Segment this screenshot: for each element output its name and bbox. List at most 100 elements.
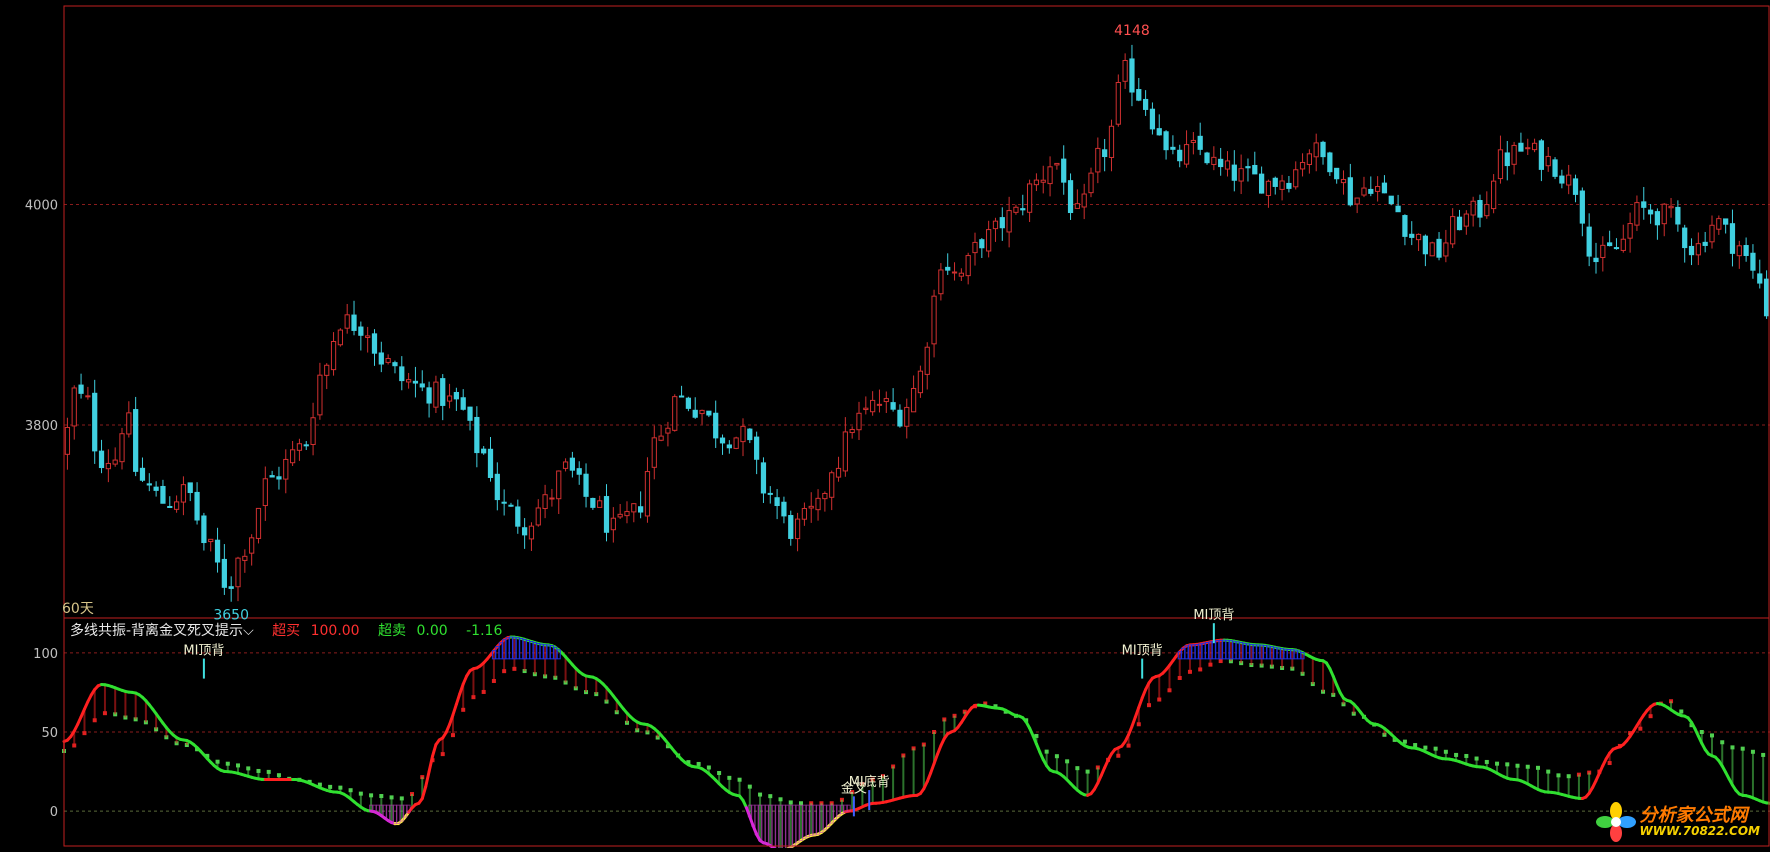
panel-frames	[64, 6, 1769, 846]
candle-body	[1355, 198, 1359, 204]
candle-body	[1266, 181, 1270, 195]
oversold-marker	[393, 805, 396, 824]
candle-body	[168, 506, 172, 507]
candle-body	[959, 273, 963, 276]
candle-body	[1601, 245, 1605, 257]
overbought-marker	[537, 643, 540, 658]
candle-body	[1362, 188, 1366, 195]
y-tick-label: 0	[50, 805, 58, 820]
current-value: -1.16	[466, 623, 502, 639]
oversold-marker	[782, 805, 785, 848]
candle-body	[1246, 167, 1250, 168]
candle-body	[523, 528, 527, 535]
indicator-name[interactable]: 多线共振-背离金叉死叉提示	[70, 623, 243, 639]
overbought-marker	[1264, 645, 1267, 658]
candle-body	[372, 334, 376, 353]
candle-body	[1280, 181, 1284, 189]
watermark: 分析家公式网 WWW.70822.COM	[1596, 802, 1760, 842]
candle-body	[1021, 209, 1025, 210]
candle-body	[406, 380, 410, 382]
candle-body	[345, 315, 349, 328]
candle-body	[1587, 227, 1591, 256]
candle-body	[475, 417, 479, 452]
candle-body	[830, 473, 834, 498]
candle-body	[509, 505, 513, 506]
oversold-marker	[776, 805, 779, 848]
candle-body	[570, 458, 574, 470]
oversold-marker	[793, 805, 796, 845]
overbought-marker	[499, 643, 502, 659]
candle-body	[550, 498, 554, 499]
candle-body	[1560, 176, 1564, 183]
candle-body	[1150, 109, 1154, 129]
candle-body	[1737, 246, 1741, 256]
candle-body	[338, 330, 342, 345]
candle-body	[1669, 206, 1673, 207]
candle-body	[857, 413, 861, 429]
candle-body	[1628, 224, 1632, 239]
candle-body	[679, 396, 683, 397]
candle-body	[1027, 184, 1031, 212]
flower-logo-icon	[1596, 802, 1636, 842]
candle-body	[181, 485, 185, 502]
candle-body	[700, 410, 704, 413]
overbought-marker	[1257, 645, 1260, 659]
candle-body	[352, 315, 356, 330]
candle-body	[1498, 150, 1502, 179]
candle-body	[256, 508, 260, 538]
candle-body	[1048, 167, 1052, 184]
candle-body	[836, 468, 840, 477]
candle-body	[1614, 248, 1618, 249]
candle-body	[400, 367, 404, 381]
candle-body	[891, 403, 895, 410]
candle-body	[673, 397, 677, 431]
candle-body	[741, 426, 745, 441]
candle-body	[113, 460, 117, 464]
candle-body	[1089, 173, 1093, 193]
y-tick-label: 3800	[25, 419, 58, 434]
candle-body	[1198, 136, 1202, 149]
indicator-header[interactable]: 多线共振-背离金叉死叉提示⌵ 超买 100.00 超卖 0.00 -1.16	[70, 620, 508, 640]
overbought-marker	[1206, 643, 1209, 659]
candle-body	[611, 518, 615, 529]
candle-body	[1109, 126, 1113, 157]
candle-body	[1212, 157, 1216, 164]
candle-body	[1457, 217, 1461, 229]
candle-body	[639, 507, 643, 512]
candle-body	[195, 492, 199, 520]
oversold-marker	[387, 805, 390, 820]
candle-body	[871, 400, 875, 411]
candle-body	[659, 436, 663, 440]
candle-body	[127, 413, 131, 434]
candle-body	[250, 538, 254, 553]
candle-body	[72, 388, 76, 426]
candle-body	[447, 396, 451, 401]
overbought-marker	[1253, 645, 1256, 659]
candle-body	[1758, 274, 1762, 283]
candle-body	[1703, 242, 1707, 245]
candle-body	[734, 438, 738, 448]
candle-body	[946, 267, 950, 270]
candle-body	[1451, 217, 1455, 244]
candle-body	[761, 463, 765, 493]
candle-body	[877, 404, 881, 405]
overbought-marker	[506, 638, 509, 659]
candle-body	[1369, 189, 1373, 193]
candle-body	[1376, 187, 1380, 192]
chevron-down-icon[interactable]: ⌵	[243, 623, 254, 639]
candle-body	[563, 462, 567, 468]
candle-body	[1116, 83, 1120, 125]
candle-body	[1635, 203, 1639, 226]
candle-body	[952, 272, 956, 273]
candle-body	[325, 365, 329, 375]
candle-body	[1219, 159, 1223, 166]
candle-body	[1171, 147, 1175, 149]
candle-body	[379, 353, 383, 364]
overbought-marker	[1195, 644, 1198, 658]
axis-labels: 3800400005010041483650MI顶背金叉MI底背MI顶背MI顶背	[25, 23, 1234, 820]
overbought-marker	[527, 640, 530, 658]
period-label: 60天	[62, 598, 94, 618]
candle-body	[1532, 143, 1536, 149]
oversold-marker	[786, 805, 789, 848]
fast-line-segment	[426, 772, 429, 787]
